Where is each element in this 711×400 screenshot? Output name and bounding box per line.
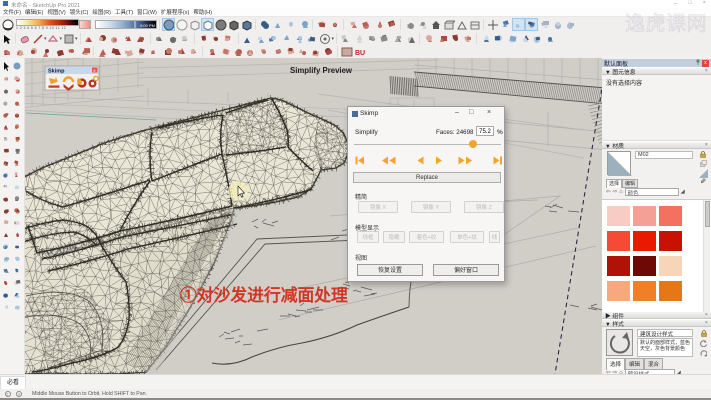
svg-text:BU: BU: [355, 50, 365, 57]
svg-text:Simplify Preview: Simplify Preview: [290, 66, 353, 75]
svg-text:Skimp: Skimp: [48, 69, 65, 75]
svg-text:①对沙发进行减面处理: ①对沙发进行减面处理: [180, 285, 348, 305]
